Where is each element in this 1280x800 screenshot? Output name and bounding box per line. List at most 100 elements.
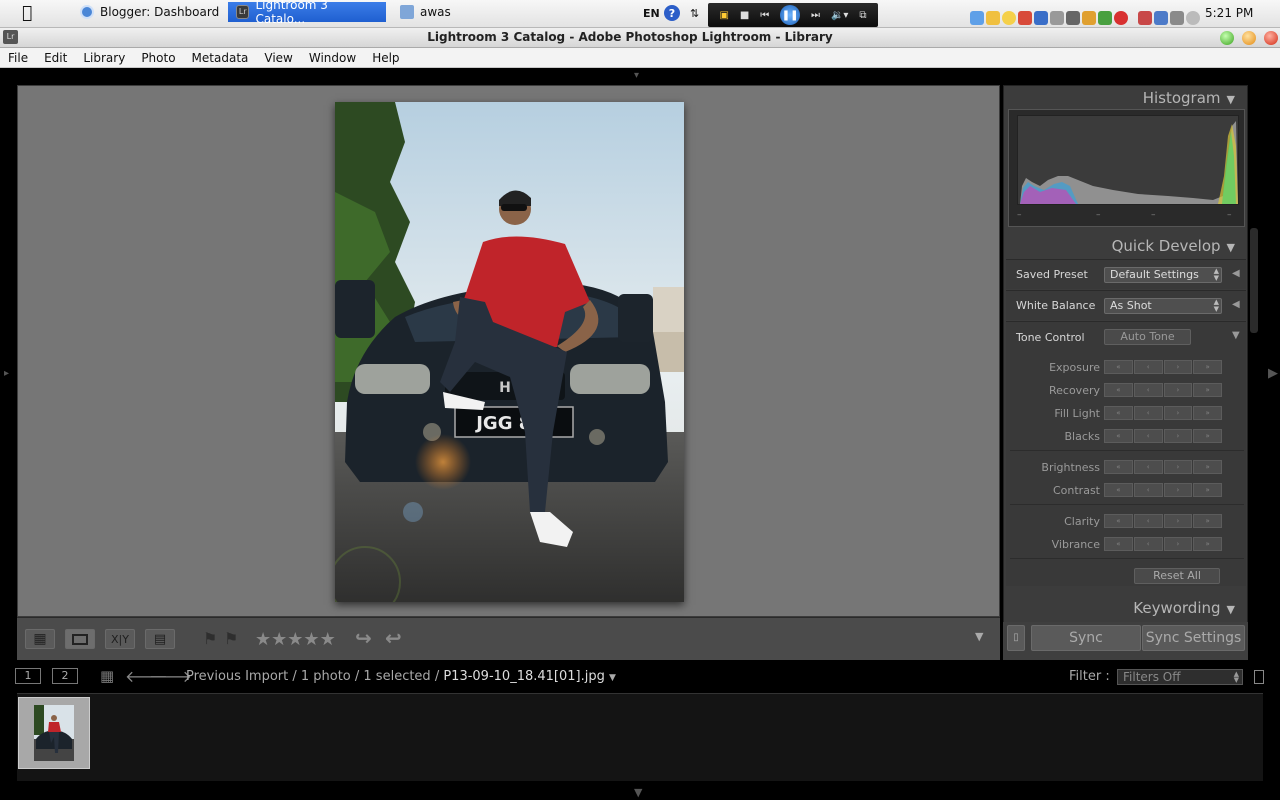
tray-icon[interactable]: [970, 11, 984, 25]
step-down[interactable]: ‹: [1133, 383, 1163, 397]
step-down[interactable]: ‹: [1133, 483, 1163, 497]
clock[interactable]: 5:21 PM: [1205, 0, 1253, 26]
speaker-icon[interactable]: [1050, 11, 1064, 25]
step-up-large[interactable]: »: [1193, 360, 1222, 374]
quick-develop-header[interactable]: Quick Develop ▼: [1112, 237, 1235, 255]
auto-tone-button[interactable]: Auto Tone: [1104, 329, 1191, 345]
keywording-header[interactable]: Keywording ▼: [1133, 599, 1235, 617]
exposure-stepper[interactable]: «‹ ›»: [1104, 360, 1222, 374]
right-panel-toggle-icon[interactable]: ▶: [1268, 366, 1278, 381]
mail-icon[interactable]: [986, 11, 1000, 25]
contrast-stepper[interactable]: «‹ ›»: [1104, 483, 1222, 497]
recovery-stepper[interactable]: «‹ ›»: [1104, 383, 1222, 397]
collapse-icon[interactable]: ▼: [1227, 241, 1235, 254]
step-down-large[interactable]: «: [1104, 360, 1133, 374]
step-down-large[interactable]: «: [1104, 514, 1133, 528]
disclosure-icon[interactable]: ◀: [1232, 268, 1240, 279]
task-blogger[interactable]: Blogger: Dashboard: [72, 2, 229, 22]
star-rating[interactable]: ★★★★★: [255, 629, 336, 650]
step-up[interactable]: ›: [1163, 483, 1193, 497]
loupe-view-button[interactable]: [65, 629, 95, 649]
restore-icon[interactable]: ⧉: [859, 10, 866, 21]
survey-view-button[interactable]: ▤: [145, 629, 175, 649]
star-icon[interactable]: ★: [271, 629, 287, 650]
step-down-large[interactable]: «: [1104, 406, 1133, 420]
photo-preview[interactable]: H JGG 87: [335, 102, 684, 602]
display-icon[interactable]: [1170, 11, 1184, 25]
primary-monitor-button[interactable]: 1: [15, 668, 41, 684]
menu-file[interactable]: File: [0, 51, 36, 65]
step-up[interactable]: ›: [1163, 460, 1193, 474]
step-up-large[interactable]: »: [1193, 537, 1222, 551]
tray-icon[interactable]: [1114, 11, 1128, 25]
grid-icon[interactable]: ▦: [100, 667, 114, 685]
top-panel-toggle-icon[interactable]: ▾: [634, 70, 639, 81]
thumbnail[interactable]: [18, 697, 90, 769]
tray-icon[interactable]: [1018, 11, 1032, 25]
menu-library[interactable]: Library: [75, 51, 133, 65]
help-icon[interactable]: ?: [664, 5, 680, 21]
close-button[interactable]: [1264, 31, 1278, 45]
step-up-large[interactable]: »: [1193, 406, 1222, 420]
arrows-icon[interactable]: ⇅: [690, 0, 699, 26]
network-icon[interactable]: [1154, 11, 1168, 25]
collapse-icon[interactable]: ▼: [1227, 603, 1235, 616]
task-lightroom[interactable]: Lr Lightroom 3 Catalo...: [228, 0, 386, 26]
volume-icon[interactable]: [1186, 11, 1200, 25]
smiley-icon[interactable]: [1002, 11, 1016, 25]
histogram-header[interactable]: Histogram ▼: [1143, 89, 1235, 107]
sync-button[interactable]: Sync: [1031, 625, 1141, 651]
menu-metadata[interactable]: Metadata: [184, 51, 257, 65]
zoom-button[interactable]: [1220, 31, 1234, 45]
rotate-left-icon[interactable]: ↪: [355, 626, 372, 650]
fill-light-stepper[interactable]: «‹ ›»: [1104, 406, 1222, 420]
chevron-down-icon[interactable]: ▼: [609, 673, 616, 683]
step-up[interactable]: ›: [1163, 360, 1193, 374]
filter-lock-icon[interactable]: [1254, 670, 1264, 684]
menu-window[interactable]: Window: [301, 51, 364, 65]
white-balance-select[interactable]: As Shot ▲ ▼: [1104, 298, 1222, 314]
tray-icon[interactable]: [1138, 11, 1152, 25]
stop-icon[interactable]: ■: [740, 10, 749, 21]
previous-icon[interactable]: ⏮: [760, 10, 769, 21]
menu-help[interactable]: Help: [364, 51, 407, 65]
step-up[interactable]: ›: [1163, 429, 1193, 443]
monitor-icon[interactable]: [1066, 11, 1080, 25]
secondary-monitor-button[interactable]: 2: [52, 668, 78, 684]
shield-icon[interactable]: [1034, 11, 1048, 25]
panel-scrollbar[interactable]: [1250, 228, 1258, 333]
step-down[interactable]: ‹: [1133, 460, 1163, 474]
star-icon[interactable]: ★: [303, 629, 319, 650]
step-down[interactable]: ‹: [1133, 360, 1163, 374]
reset-all-button[interactable]: Reset All: [1134, 568, 1220, 584]
language-indicator[interactable]: EN: [643, 0, 660, 26]
star-icon[interactable]: ★: [255, 629, 271, 650]
filter-select[interactable]: Filters Off ▲ ▼: [1117, 669, 1243, 685]
step-up[interactable]: ›: [1163, 406, 1193, 420]
sync-switch[interactable]: ▯: [1007, 625, 1025, 651]
clarity-stepper[interactable]: «‹ ›»: [1104, 514, 1222, 528]
flag-icon[interactable]: ⚑: [203, 629, 217, 648]
step-up[interactable]: ›: [1163, 514, 1193, 528]
step-down[interactable]: ‹: [1133, 406, 1163, 420]
next-icon[interactable]: ⏭: [811, 10, 820, 21]
source-breadcrumb[interactable]: Previous Import / 1 photo / 1 selected /…: [186, 669, 616, 684]
step-down-large[interactable]: «: [1104, 460, 1133, 474]
apple-icon[interactable]: : [22, 0, 32, 26]
step-down[interactable]: ‹: [1133, 537, 1163, 551]
step-up-large[interactable]: »: [1193, 483, 1222, 497]
disclosure-down-icon[interactable]: ▼: [1232, 330, 1240, 341]
step-down-large[interactable]: «: [1104, 537, 1133, 551]
brightness-stepper[interactable]: «‹ ›»: [1104, 460, 1222, 474]
minimize-button[interactable]: [1242, 31, 1256, 45]
reject-flag-icon[interactable]: ⚑: [224, 629, 238, 648]
step-up-large[interactable]: »: [1193, 514, 1222, 528]
step-up-large[interactable]: »: [1193, 383, 1222, 397]
saved-preset-select[interactable]: Default Settings ▲ ▼: [1104, 267, 1222, 283]
blacks-stepper[interactable]: «‹ ›»: [1104, 429, 1222, 443]
step-up[interactable]: ›: [1163, 383, 1193, 397]
volume-icon[interactable]: 🔉▾: [831, 10, 848, 21]
collapse-icon[interactable]: ▼: [1227, 93, 1235, 106]
tray-icon[interactable]: [1082, 11, 1096, 25]
tray-icon[interactable]: [1098, 11, 1112, 25]
